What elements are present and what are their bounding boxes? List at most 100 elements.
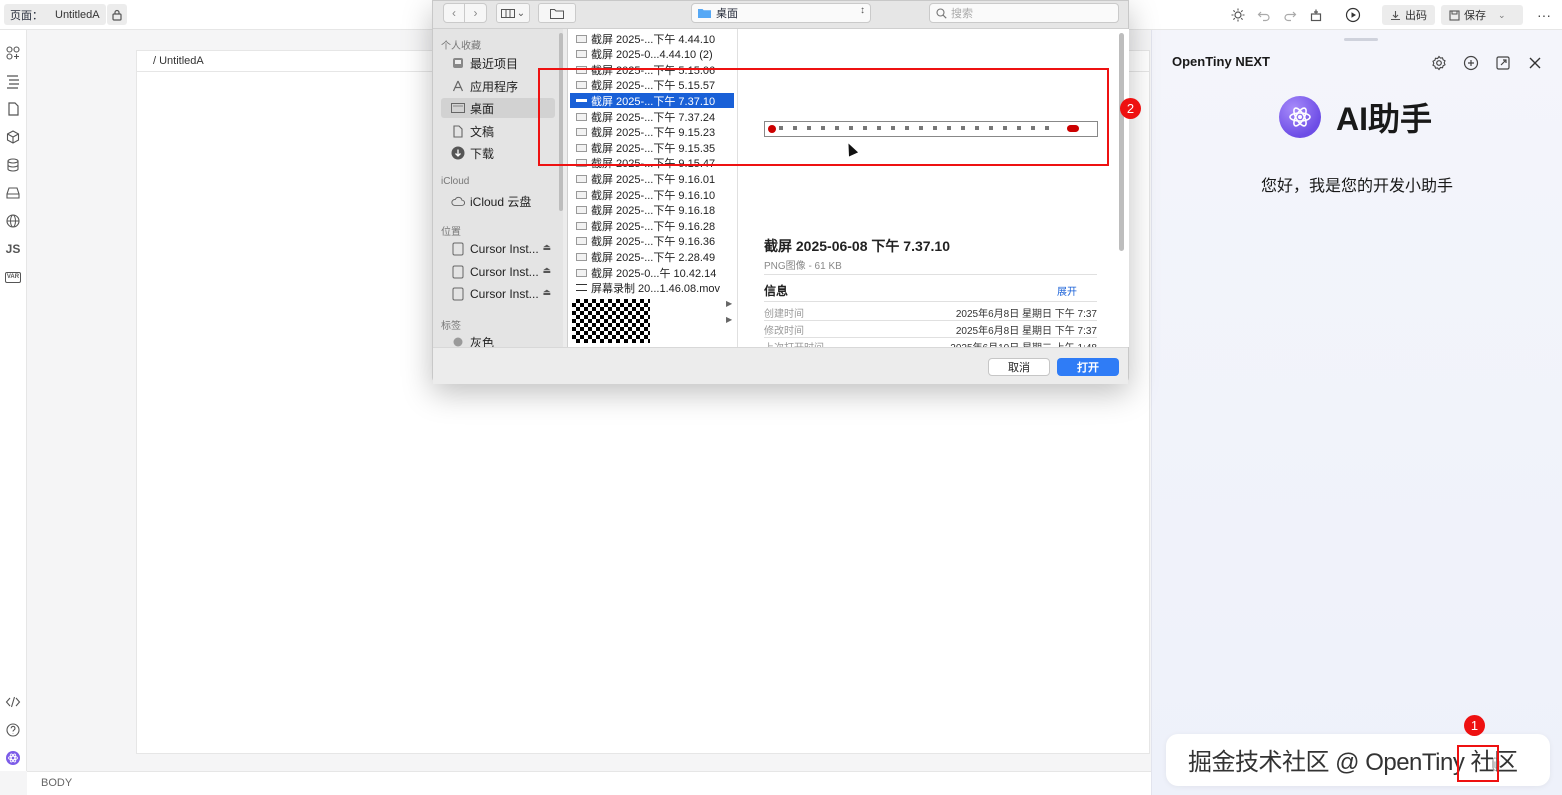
state-nav-button[interactable]: [3, 183, 23, 203]
page-icon: [8, 102, 19, 116]
tags-section-title: 标签: [441, 321, 461, 332]
close-panel-button[interactable]: [1524, 52, 1546, 74]
apps-icon: [451, 79, 465, 93]
file-row[interactable]: 截屏 2025-...下午 2.28.49: [570, 249, 734, 264]
cloud-icon: [451, 194, 465, 208]
sidebar-item-tag-gray[interactable]: 灰色: [449, 332, 555, 347]
file-row[interactable]: 截屏 2025-...下午 4.44.10: [570, 31, 734, 46]
eject-icon[interactable]: ⏏: [542, 242, 551, 253]
expand-icon: [1496, 56, 1510, 70]
clean-button[interactable]: [1304, 3, 1328, 27]
lock-icon: [112, 9, 122, 21]
expand-panel-button[interactable]: [1492, 52, 1514, 74]
source-code-button[interactable]: [3, 692, 23, 712]
dialog-search-field[interactable]: 搜索: [929, 3, 1119, 23]
sidebar-item-location[interactable]: Cursor Inst... ⏏: [449, 239, 555, 259]
lock-page-button[interactable]: [107, 4, 127, 25]
file-row[interactable]: 截屏 2025-...下午 9.16.18: [570, 202, 734, 217]
folder-arrow-icon: ▶: [726, 315, 733, 324]
sidebar-item-label: 灰色: [470, 335, 495, 348]
sidebar-item-label: 应用程序: [470, 79, 519, 94]
save-button[interactable]: 保存 ⌄: [1441, 5, 1523, 25]
panel-drag-handle[interactable]: [1344, 38, 1378, 41]
file-thumbnail-icon: [576, 205, 587, 214]
new-folder-button[interactable]: [538, 3, 576, 23]
variables-nav-button[interactable]: VAR: [3, 267, 23, 287]
eject-icon[interactable]: ⏏: [542, 265, 551, 276]
location-label: 桌面: [716, 8, 738, 20]
search-placeholder: 搜索: [951, 8, 973, 20]
info-section-title: 信息: [764, 284, 789, 298]
info-expand-link[interactable]: 展开: [1057, 283, 1077, 298]
file-row[interactable]: 截屏 2025-...下午 9.16.36: [570, 233, 734, 248]
desktop-icon: [451, 101, 465, 115]
sidebar-item-location[interactable]: Cursor Inst... ⏏: [449, 284, 555, 304]
info-key: 上次打开时间: [764, 339, 824, 347]
eject-icon[interactable]: ⏏: [542, 287, 551, 298]
file-row[interactable]: 截屏 2025-...下午 9.16.01: [570, 171, 734, 186]
back-button[interactable]: ‹: [443, 3, 465, 23]
ai-settings-button[interactable]: [1428, 52, 1450, 74]
chevron-right-icon: ›: [473, 6, 478, 20]
file-name: 截屏 2025-...下午 2.28.49: [591, 251, 716, 264]
file-row[interactable]: 截屏 2025-0...4.44.10 (2): [570, 46, 734, 61]
ai-heading: AI助手: [1336, 101, 1433, 137]
export-code-button[interactable]: 出码: [1382, 5, 1435, 25]
file-name: 截屏 2025-...下午 9.16.36: [591, 235, 716, 248]
view-mode-button[interactable]: ⌄: [496, 3, 530, 23]
file-name: 截屏 2025-...下午 9.16.10: [591, 189, 716, 202]
page-selector[interactable]: 页面： UntitledA: [4, 4, 106, 25]
blocks-nav-button[interactable]: [3, 127, 23, 147]
open-button[interactable]: 打开: [1057, 358, 1119, 376]
clock-icon: [451, 56, 465, 70]
page-nav-button[interactable]: [3, 99, 23, 119]
file-name: 截屏 2025-...下午 9.16.01: [591, 173, 716, 186]
cube-icon: [6, 130, 20, 144]
file-thumbnail-icon: [576, 34, 587, 43]
sidebar-item-location[interactable]: Cursor Inst... ⏏: [449, 262, 555, 282]
preview-scrollbar[interactable]: [1119, 33, 1124, 251]
qr-code-thumbnail[interactable]: [572, 299, 650, 343]
var-label: VAR: [4, 271, 22, 283]
sidebar-item-label: 最近项目: [470, 56, 519, 71]
file-row[interactable]: 屏幕录制 20...1.46.08.mov: [570, 280, 734, 295]
export-code-label: 出码: [1405, 10, 1427, 22]
file-row[interactable]: 截屏 2025-...下午 9.16.28: [570, 218, 734, 233]
help-button[interactable]: [3, 720, 23, 740]
chevron-down-icon[interactable]: ⌄: [1498, 10, 1506, 21]
close-icon: [1529, 57, 1541, 69]
file-name: 截屏 2025-...下午 9.16.28: [591, 220, 716, 233]
data-source-nav-button[interactable]: [3, 155, 23, 175]
more-button[interactable]: ···: [1532, 3, 1556, 27]
forward-button[interactable]: ›: [465, 3, 487, 23]
folder-arrow-icon: ▶: [726, 299, 733, 308]
i18n-nav-button[interactable]: [3, 211, 23, 231]
file-row[interactable]: 截屏 2025-...下午 9.16.10: [570, 187, 734, 202]
ai-assistant-button[interactable]: [3, 748, 23, 768]
new-chat-button[interactable]: [1460, 52, 1482, 74]
save-label: 保存: [1464, 10, 1486, 22]
js-label: JS: [5, 242, 21, 256]
status-bar-path[interactable]: BODY: [27, 771, 1151, 795]
file-row[interactable]: 截屏 2025-0...午 10.42.14: [570, 265, 734, 280]
cancel-button[interactable]: 取消: [988, 358, 1050, 376]
info-key: 修改时间: [764, 326, 804, 337]
redo-icon: [1284, 11, 1297, 22]
theme-toggle-button[interactable]: [1226, 3, 1250, 27]
dialog-button-bar: 取消 打开: [433, 347, 1128, 384]
components-nav-button[interactable]: [3, 43, 23, 63]
location-popup[interactable]: 桌面 ↕: [691, 3, 871, 23]
gear-icon: [1432, 55, 1446, 71]
file-thumbnail-icon: [576, 252, 587, 261]
outline-nav-button[interactable]: [3, 71, 23, 91]
favorites-section-title: 个人收藏: [441, 41, 481, 52]
undo-button[interactable]: [1252, 3, 1276, 27]
preview-button[interactable]: [1341, 3, 1365, 27]
js-script-nav-button[interactable]: JS: [3, 239, 23, 259]
redo-button[interactable]: [1278, 3, 1302, 27]
document-icon: [451, 124, 465, 138]
locations-section-title: 位置: [441, 227, 461, 238]
file-thumbnail-icon: [576, 268, 587, 277]
sidebar-item-icloud-drive[interactable]: iCloud 云盘: [449, 191, 555, 211]
info-row-created: 创建时间 2025年6月8日 星期日 下午 7:37: [764, 305, 1097, 321]
